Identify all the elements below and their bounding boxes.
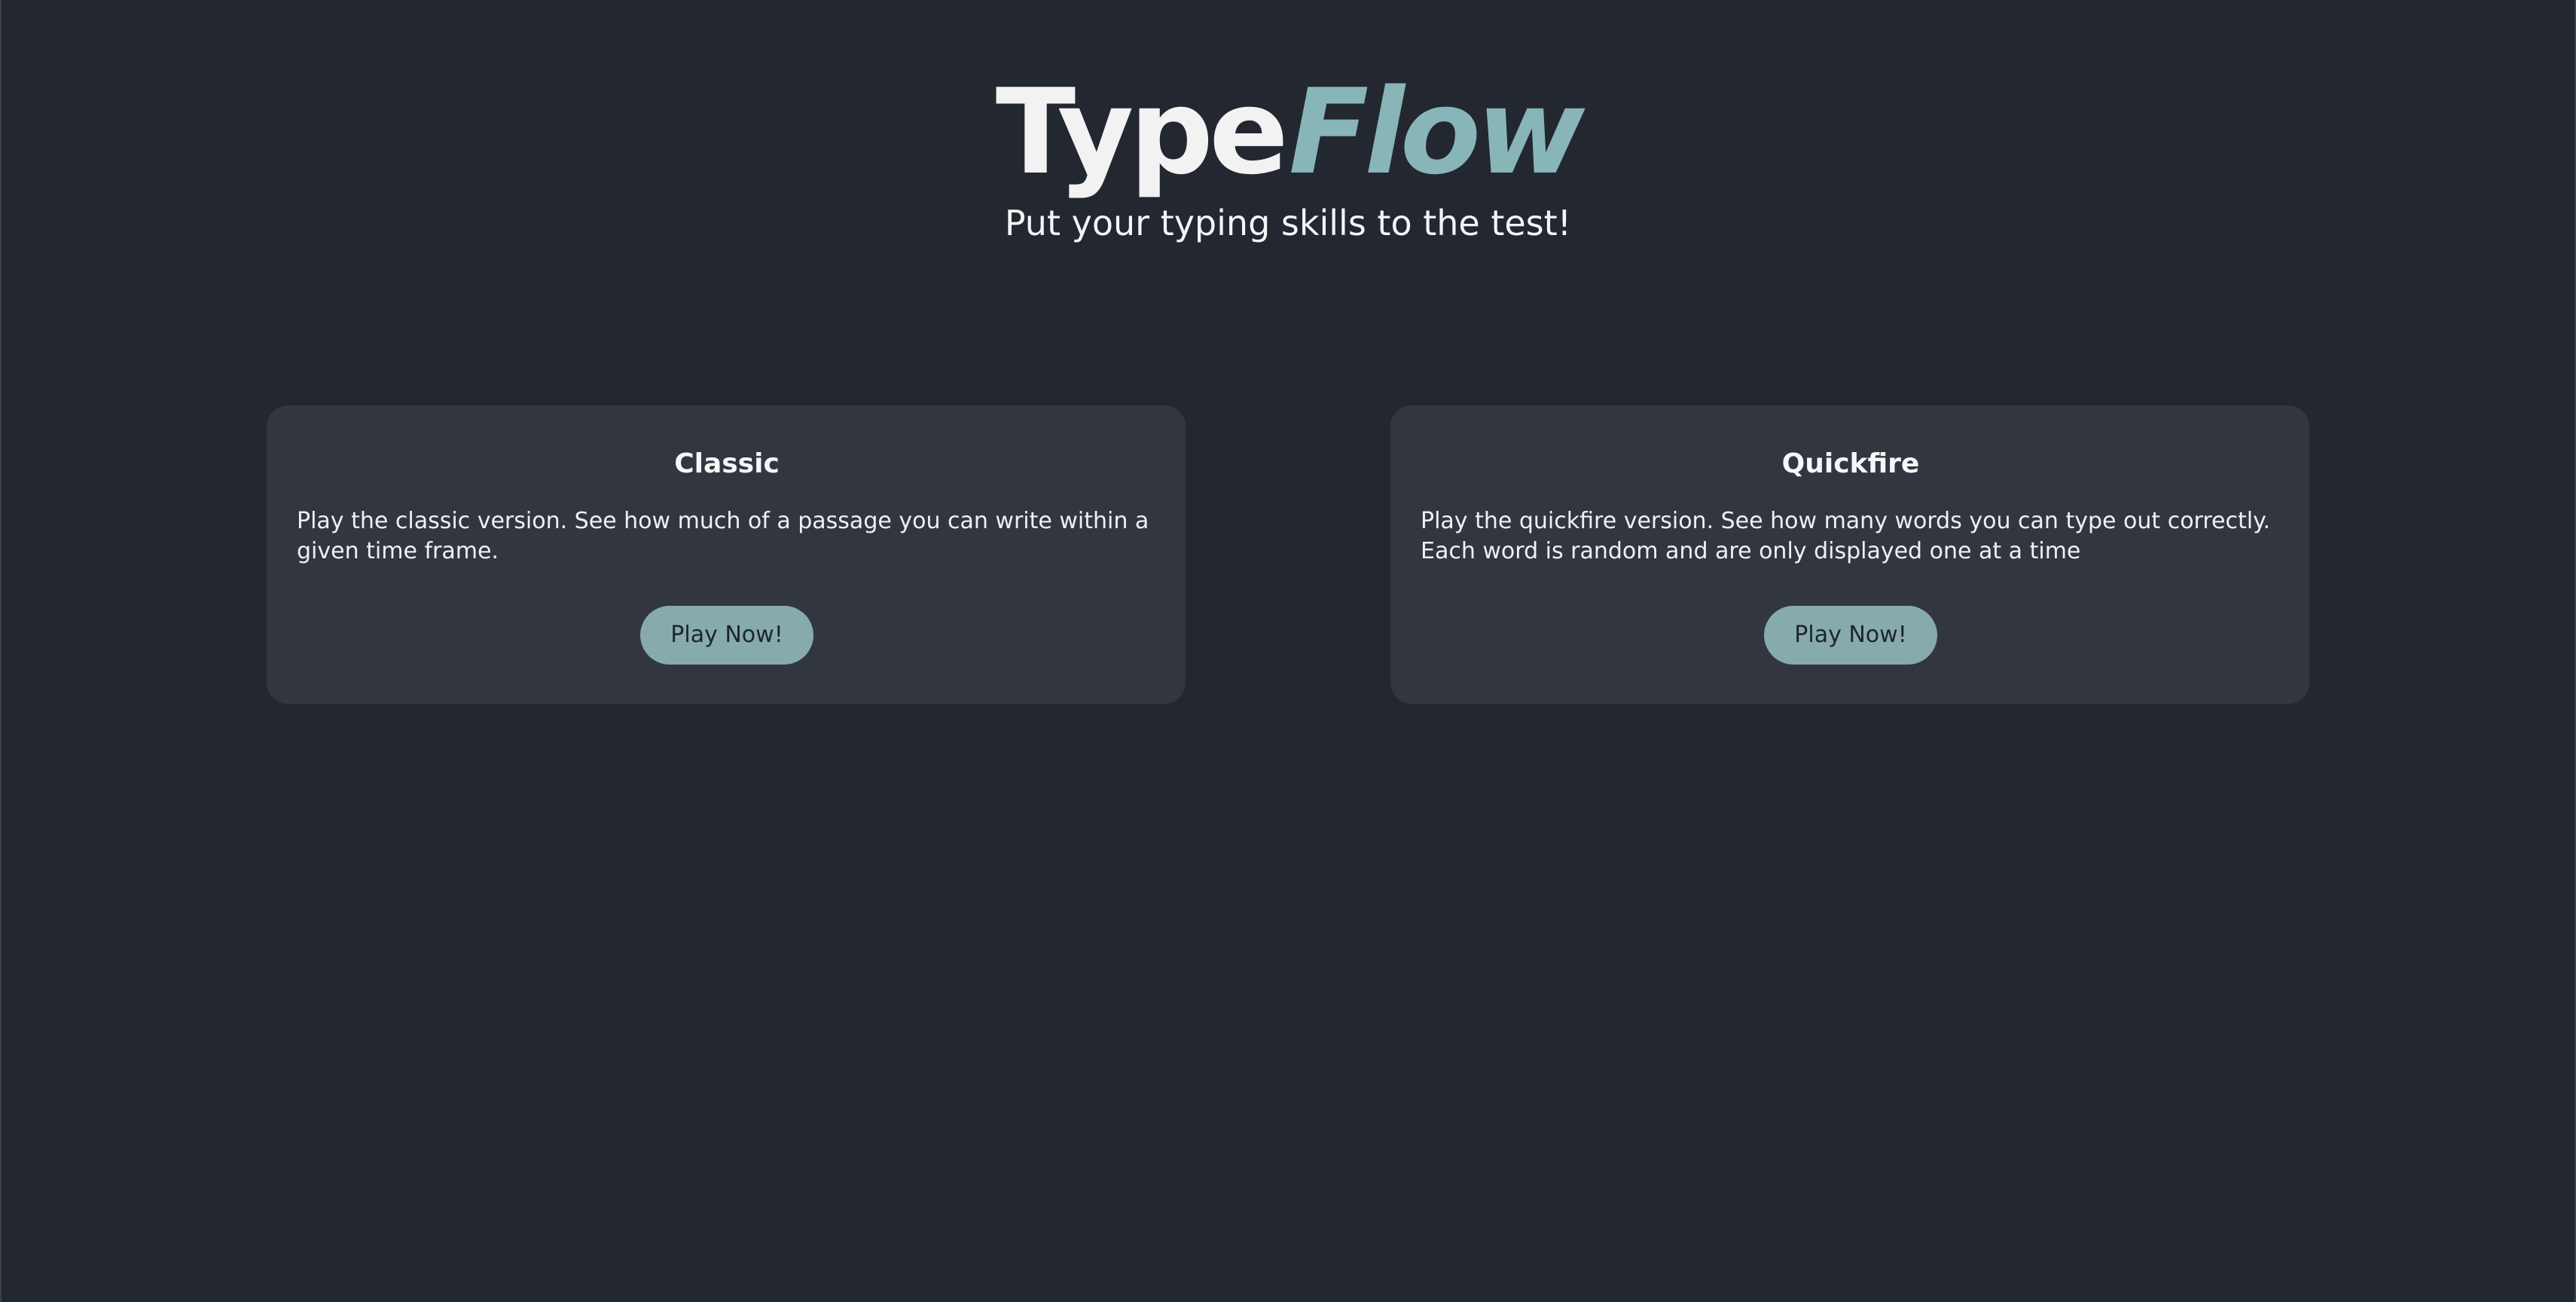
mode-title: Quickfire <box>1781 448 1920 479</box>
mode-title: Classic <box>674 448 780 479</box>
tagline: Put your typing skills to the test! <box>1004 203 1572 243</box>
mode-card-quickfire: Quickfire Play the quickfire version. Se… <box>1390 405 2309 704</box>
hero-header: TypeFlow Put your typing skills to the t… <box>0 68 2576 246</box>
mode-card-classic: Classic Play the classic version. See ho… <box>267 405 1186 704</box>
mode-description: Play the classic version. See how much o… <box>297 508 1149 564</box>
logo-flow-text: Flow <box>1288 63 1585 200</box>
app-logo: TypeFlow <box>0 68 2576 196</box>
mode-description: Play the quickfire version. See how many… <box>1421 508 2271 564</box>
play-classic-button[interactable]: Play Now! <box>640 606 813 665</box>
play-quickfire-button[interactable]: Play Now! <box>1764 606 1937 665</box>
game-mode-list: Classic Play the classic version. See ho… <box>267 405 2309 704</box>
logo-type-text: Type <box>995 63 1289 200</box>
